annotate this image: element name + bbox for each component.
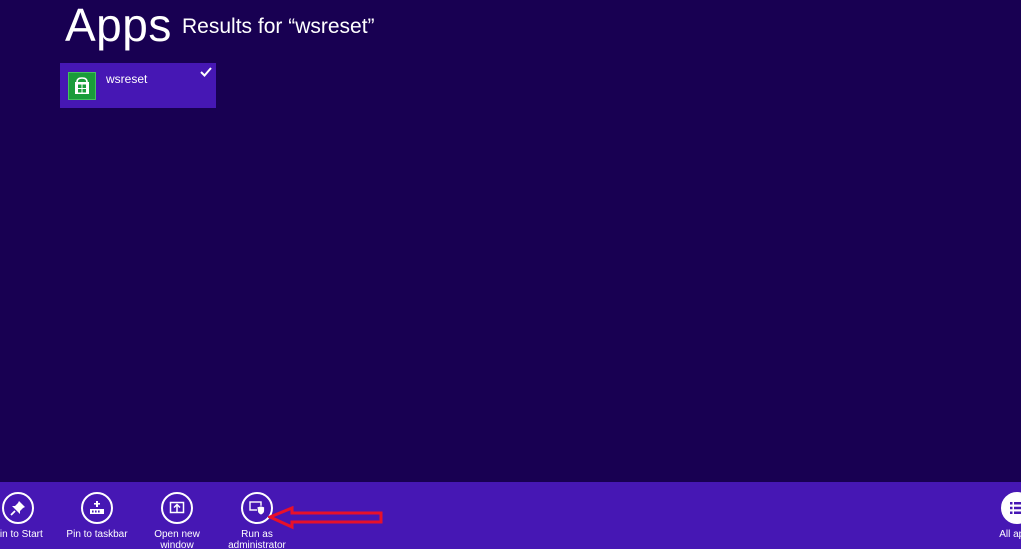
new-window-icon: [161, 492, 193, 524]
store-icon: [68, 72, 96, 100]
pin-to-start-button[interactable]: Pin to Start: [0, 492, 58, 540]
app-bar: Pin to Start Pin to taskbar: [0, 482, 1021, 549]
open-new-window-label: Open new window: [154, 529, 200, 549]
run-as-administrator-label: Run as administrator: [228, 529, 286, 549]
pin-icon: [2, 492, 34, 524]
page-title: Apps: [65, 0, 172, 51]
app-tile-wsreset[interactable]: wsreset: [60, 63, 216, 108]
start-screen-search: Apps Results for “wsreset” wsreset in to…: [0, 0, 1021, 549]
checkmark-icon: [200, 67, 212, 77]
app-tile-label: wsreset: [106, 72, 148, 86]
list-icon: [1001, 492, 1021, 524]
open-new-window-button[interactable]: Open new window: [137, 492, 217, 549]
pin-to-taskbar-button[interactable]: Pin to taskbar: [57, 492, 137, 540]
taskbar-pin-icon: [81, 492, 113, 524]
red-arrow-annotation: [268, 506, 383, 530]
search-results-label: Results for “wsreset”: [182, 15, 375, 38]
all-apps-label: All apps: [999, 529, 1021, 540]
all-apps-button[interactable]: All apps: [977, 492, 1021, 540]
pin-to-start-label: Pin to Start: [0, 529, 43, 540]
pin-to-taskbar-label: Pin to taskbar: [66, 529, 128, 540]
